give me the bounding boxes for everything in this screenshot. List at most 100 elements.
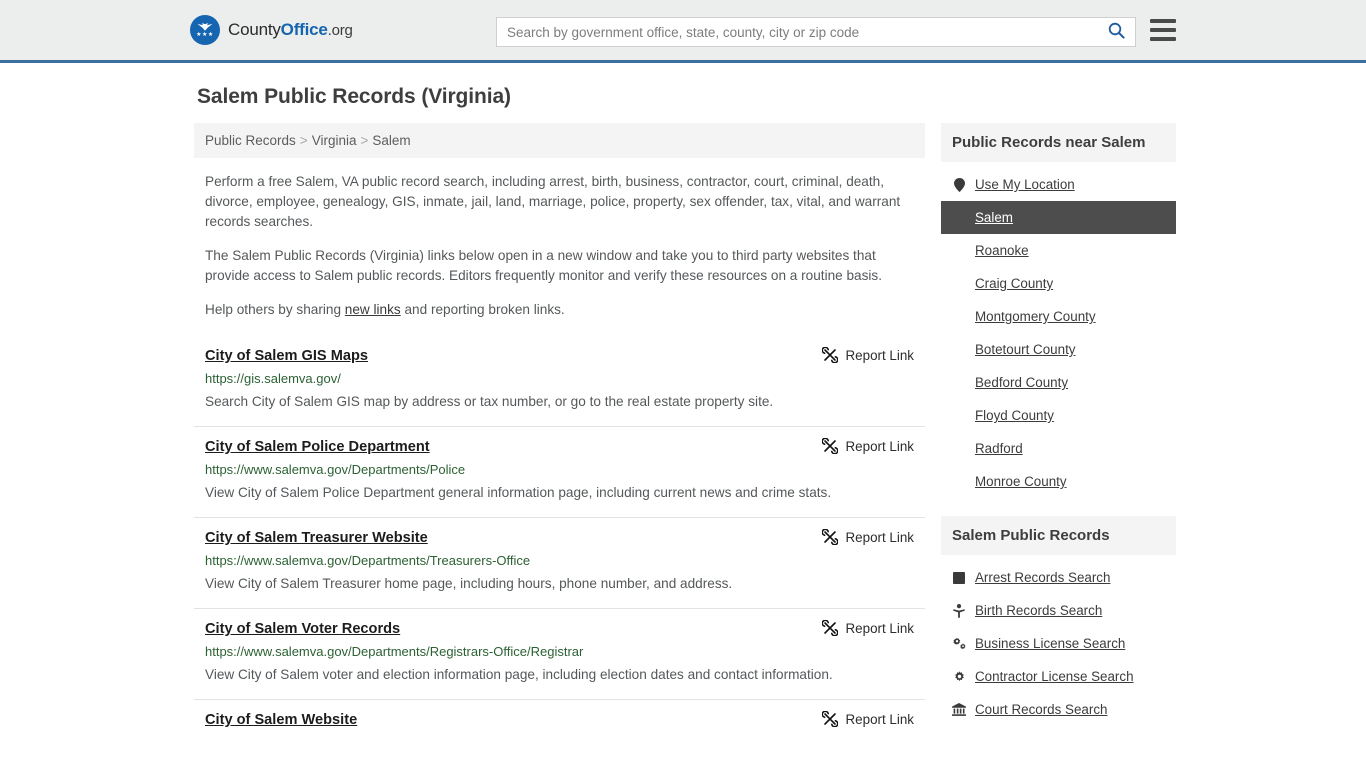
main-column: Public Records > Virginia > Salem Perform a … [194, 123, 925, 742]
record-url: https://www.salemva.gov/Departments/Trea… [205, 553, 531, 568]
record-title-link[interactable]: City of Salem Treasurer Website [205, 528, 428, 548]
site-logo[interactable]: ★★★ CountyOffice.org [190, 15, 353, 45]
breadcrumb-item-public-records[interactable]: Public Records [205, 133, 296, 148]
bank-icon [952, 703, 966, 716]
sidebar-item-label: Arrest Records Search [975, 570, 1111, 585]
record-header: City of Salem Voter Records Report Link [205, 619, 914, 639]
sidebar-item-bedford-county[interactable]: Bedford County [941, 366, 1176, 399]
report-link-button[interactable]: Report Link [821, 346, 914, 363]
eagle-seal-icon: ★★★ [190, 15, 220, 45]
report-link-button[interactable]: Report Link [821, 710, 914, 727]
record-row: City of Salem Website Report Link [194, 699, 925, 742]
sidebar-item-botetourt-county[interactable]: Botetourt County [941, 333, 1176, 366]
sidebar-item-birth-records-search[interactable]: Birth Records Search [941, 594, 1176, 627]
sidebar-heading-records: Salem Public Records [941, 516, 1176, 555]
broken-link-icon [821, 438, 838, 454]
report-link-label: Report Link [845, 347, 914, 363]
report-link-label: Report Link [845, 529, 914, 545]
intro-paragraph-1: Perform a free Salem, VA public record s… [205, 174, 901, 229]
sidebar-item-use-my-location[interactable]: Use My Location [941, 168, 1176, 201]
map-pin-icon [952, 177, 966, 192]
sidebar-item-floyd-county[interactable]: Floyd County [941, 399, 1176, 432]
gear-icon [952, 670, 966, 683]
hamburger-bar [1150, 37, 1176, 41]
sidebar-records-list: Arrest Records Search Birth Records Searc… [941, 555, 1176, 726]
sidebar-item-label: Craig County [975, 276, 1054, 291]
breadcrumb: Public Records > Virginia > Salem [194, 123, 925, 158]
report-link-label: Report Link [845, 711, 914, 727]
record-url: https://www.salemva.gov/Departments/Regi… [205, 644, 584, 659]
hamburger-menu-icon[interactable] [1150, 19, 1176, 41]
record-title-link[interactable]: City of Salem GIS Maps [205, 346, 368, 366]
record-row: City of Salem GIS Maps Report Link https:/… [194, 336, 925, 426]
broken-link-icon [821, 620, 838, 636]
broken-link-icon [821, 347, 838, 363]
search-button[interactable] [1097, 18, 1135, 46]
brand-wordmark: CountyOffice.org [228, 20, 353, 40]
sidebar-item-court-records-search[interactable]: Court Records Search [941, 693, 1176, 726]
record-url: https://gis.salemva.gov/ [205, 371, 341, 386]
report-link-button[interactable]: Report Link [821, 619, 914, 636]
sidebar-item-label: Use My Location [975, 177, 1075, 192]
brand-part-office: Office [280, 20, 328, 39]
baby-icon [952, 603, 966, 618]
record-header: City of Salem Police Department Report Li… [205, 437, 914, 457]
breadcrumb-separator: > [360, 133, 369, 148]
hamburger-bar [1150, 19, 1176, 23]
breadcrumb-separator: > [299, 133, 308, 148]
intro-p3-after: and reporting broken links. [400, 302, 565, 317]
record-title-link[interactable]: City of Salem Police Department [205, 437, 430, 457]
search-bar [496, 17, 1136, 47]
sidebar-item-label: Bedford County [975, 375, 1069, 390]
sidebar-item-craig-county[interactable]: Craig County [941, 267, 1176, 300]
record-header: City of Salem Website Report Link [205, 710, 914, 730]
page-body: Salem Public Records (Virginia) Public R… [0, 85, 1366, 742]
sidebar-item-arrest-records-search[interactable]: Arrest Records Search [941, 561, 1176, 594]
record-url: https://www.salemva.gov/Departments/Poli… [205, 462, 466, 477]
sidebar-item-label: Radford [975, 441, 1023, 456]
record-row: City of Salem Voter Records Report Link ht… [194, 608, 925, 699]
content-columns: Public Records > Virginia > Salem Perform a … [0, 123, 1366, 742]
report-link-button[interactable]: Report Link [821, 437, 914, 454]
sidebar-item-montgomery-county[interactable]: Montgomery County [941, 300, 1176, 333]
record-description: View City of Salem Treasurer home page, … [205, 576, 733, 591]
report-link-button[interactable]: Report Link [821, 528, 914, 545]
sidebar-item-label: Montgomery County [975, 309, 1096, 324]
record-title-link[interactable]: City of Salem Voter Records [205, 619, 400, 639]
record-title-link[interactable]: City of Salem Website [205, 710, 357, 730]
sidebar-card-records: Salem Public Records Arrest Records Sear… [941, 516, 1176, 726]
new-links-link[interactable]: new links [345, 302, 401, 317]
sidebar-item-radford[interactable]: Radford [941, 432, 1176, 465]
sidebar-card-near: Public Records near Salem Use My Locatio… [941, 123, 1176, 498]
sidebar-item-label: Botetourt County [975, 342, 1076, 357]
breadcrumb-item-virginia[interactable]: Virginia [312, 133, 357, 148]
record-description: View City of Salem Police Department gen… [205, 485, 832, 500]
sidebar-item-label: Business License Search [975, 636, 1126, 651]
report-link-label: Report Link [845, 620, 914, 636]
sidebar-item-monroe-county[interactable]: Monroe County [941, 465, 1176, 498]
sidebar-item-salem[interactable]: Salem [941, 201, 1176, 234]
sidebar-item-label: Salem [975, 210, 1013, 225]
brand-part-org: .org [327, 22, 353, 39]
search-icon [1108, 22, 1125, 42]
hamburger-bar [1150, 28, 1176, 32]
breadcrumb-item-salem[interactable]: Salem [372, 133, 410, 148]
sidebar-item-label: Birth Records Search [975, 603, 1103, 618]
record-header: City of Salem GIS Maps Report Link [205, 346, 914, 366]
broken-link-icon [821, 711, 838, 727]
sidebar-item-contractor-license-search[interactable]: Contractor License Search [941, 660, 1176, 693]
sidebar-item-business-license-search[interactable]: Business License Search [941, 627, 1176, 660]
sidebar-item-roanoke[interactable]: Roanoke [941, 234, 1176, 267]
search-input[interactable] [497, 19, 1097, 45]
intro-p3-before: Help others by sharing [205, 302, 345, 317]
square-icon [952, 571, 966, 584]
record-description: View City of Salem voter and election in… [205, 667, 833, 682]
intro-section: Perform a free Salem, VA public record s… [194, 172, 925, 320]
record-row: City of Salem Treasurer Website Report Li… [194, 517, 925, 608]
intro-paragraph-3: Help others by sharing new links and rep… [205, 300, 914, 320]
broken-link-icon [821, 529, 838, 545]
record-header: City of Salem Treasurer Website Report Li… [205, 528, 914, 548]
sidebar-item-label: Court Records Search [975, 702, 1108, 717]
sidebar-item-label: Contractor License Search [975, 669, 1134, 684]
brand-part-county: County [228, 20, 281, 39]
